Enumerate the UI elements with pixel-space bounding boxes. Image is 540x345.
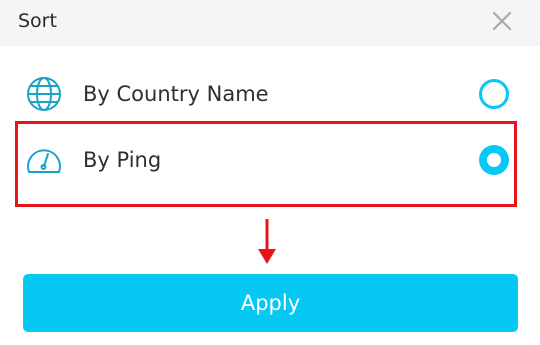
apply-button-label: Apply	[240, 291, 301, 315]
globe-icon	[27, 77, 61, 111]
dialog-title: Sort	[18, 10, 57, 32]
sort-option-ping[interactable]: By Ping	[0, 130, 540, 190]
arrow-down-annotation-icon	[258, 219, 276, 264]
close-icon	[492, 11, 512, 31]
sort-option-country-name[interactable]: By Country Name	[0, 64, 540, 124]
radio-unselected-icon[interactable]	[478, 78, 510, 110]
close-button[interactable]	[490, 9, 514, 33]
apply-button[interactable]: Apply	[23, 274, 518, 332]
sort-option-label: By Country Name	[83, 82, 269, 106]
speedometer-icon	[27, 149, 61, 173]
dialog-header: Sort	[0, 0, 540, 46]
sort-option-label: By Ping	[83, 148, 162, 172]
radio-selected-icon[interactable]	[478, 144, 510, 176]
